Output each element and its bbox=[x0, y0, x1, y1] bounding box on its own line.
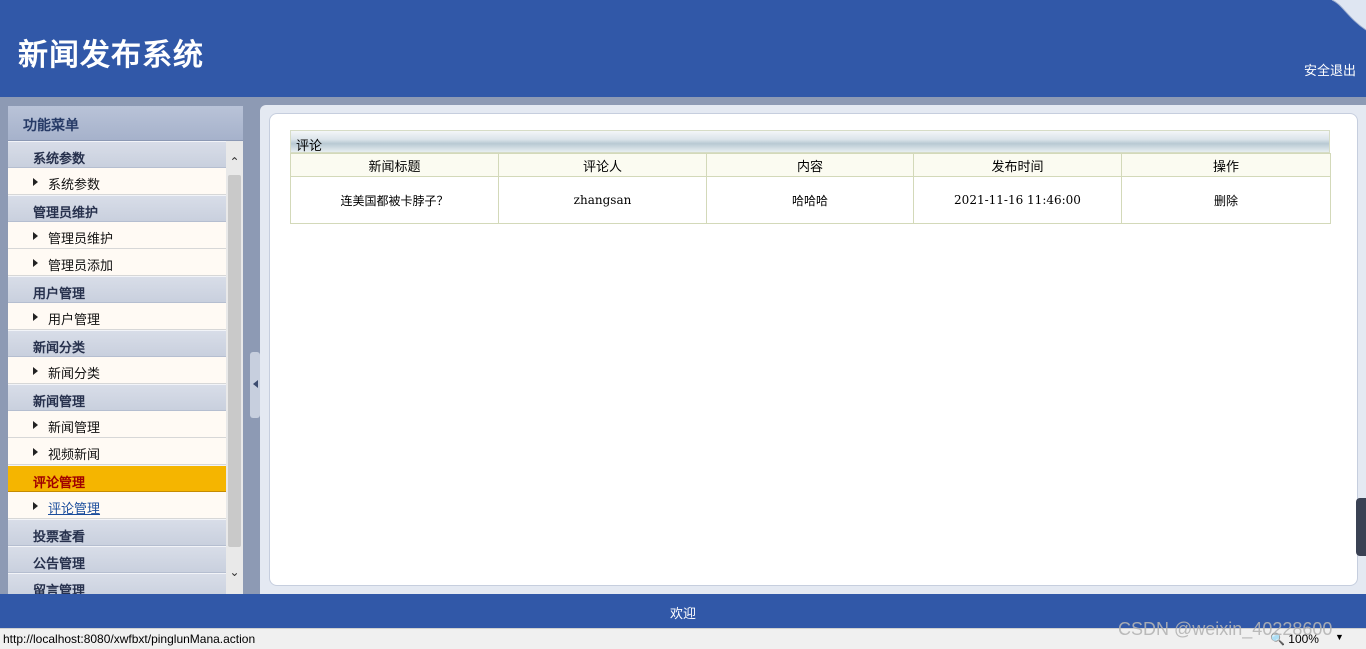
sidebar-item-admin-maintain[interactable]: 管理员维护 bbox=[8, 222, 226, 249]
cell-commenter: zhangsan bbox=[498, 176, 707, 224]
column-header-action: 操作 bbox=[1121, 153, 1331, 177]
triangle-right-icon bbox=[33, 232, 38, 240]
column-header-content: 内容 bbox=[706, 153, 914, 177]
comments-table: 新闻标题 评论人 内容 发布时间 操作 连美国都被卡脖子？ zhangsan 哈… bbox=[290, 153, 1331, 224]
logout-link[interactable]: 安全退出 bbox=[1304, 60, 1356, 79]
triangle-right-icon bbox=[33, 178, 38, 186]
sidebar-group-news[interactable]: 新闻管理 bbox=[8, 384, 226, 411]
scrollbar-thumb[interactable] bbox=[228, 175, 241, 547]
sidebar-item-users[interactable]: 用户管理 bbox=[8, 303, 226, 330]
sidebar-item-label: 管理员添加 bbox=[48, 259, 114, 274]
sidebar-item-system-params[interactable]: 系统参数 bbox=[8, 168, 226, 195]
sidebar-menu: 系统参数 系统参数 管理员维护 管理员维护 管理员添加 用户管理 用户管理 新闻… bbox=[8, 141, 226, 594]
column-header-commenter: 评论人 bbox=[498, 153, 707, 177]
side-widget-handle[interactable] bbox=[1356, 498, 1366, 556]
cell-time: 2021-11-16 11:46:00 bbox=[913, 176, 1122, 224]
sidebar-item-label: 视频新闻 bbox=[48, 448, 101, 463]
sidebar-group-news-category[interactable]: 新闻分类 bbox=[8, 330, 226, 357]
sidebar-item-comments[interactable]: 评论管理 bbox=[8, 492, 226, 519]
sidebar-group-admin[interactable]: 管理员维护 bbox=[8, 195, 226, 222]
sidebar-group-messages[interactable]: 留言管理 bbox=[8, 573, 226, 594]
cell-content: 哈哈哈 bbox=[706, 176, 914, 224]
chevron-up-icon[interactable]: ⌃ bbox=[226, 154, 243, 171]
triangle-right-icon bbox=[33, 448, 38, 456]
sidebar: 功能菜单 系统参数 系统参数 管理员维护 管理员维护 管理员添加 用户管理 用户… bbox=[8, 106, 243, 594]
delete-link[interactable]: 删除 bbox=[1214, 194, 1238, 208]
sidebar-item-admin-add[interactable]: 管理员添加 bbox=[8, 249, 226, 276]
sidebar-group-comments[interactable]: 评论管理 bbox=[8, 465, 226, 492]
sidebar-item-label[interactable]: 评论管理 bbox=[48, 502, 100, 517]
sidebar-heading: 功能菜单 bbox=[8, 106, 243, 141]
sidebar-group-votes[interactable]: 投票查看 bbox=[8, 519, 226, 546]
sidebar-item-label: 管理员维护 bbox=[48, 232, 114, 247]
chevron-down-icon[interactable]: ⌄ bbox=[226, 564, 243, 581]
table-row: 连美国都被卡脖子？ zhangsan 哈哈哈 2021-11-16 11:46:… bbox=[290, 176, 1331, 224]
sidebar-item-news-category[interactable]: 新闻分类 bbox=[8, 357, 226, 384]
sidebar-item-label: 系统参数 bbox=[48, 178, 101, 193]
sidebar-item-label: 新闻分类 bbox=[48, 367, 101, 382]
triangle-right-icon bbox=[33, 502, 38, 510]
sidebar-scrollbar[interactable]: ⌃ ⌄ bbox=[226, 141, 243, 594]
app-header: 新闻发布系统 安全退出 bbox=[0, 0, 1366, 97]
table-header-row: 新闻标题 评论人 内容 发布时间 操作 bbox=[290, 153, 1331, 177]
watermark: CSDN @weixin_40228600 bbox=[1118, 619, 1333, 639]
triangle-right-icon bbox=[33, 367, 38, 375]
app-title: 新闻发布系统 bbox=[18, 38, 204, 73]
column-header-title: 新闻标题 bbox=[290, 153, 499, 177]
comments-table-container: 评论 新闻标题 评论人 内容 发布时间 操作 连美国都被卡脖子？ zhangsa… bbox=[290, 130, 1331, 224]
triangle-right-icon bbox=[33, 313, 38, 321]
chevron-down-icon[interactable]: ▼ bbox=[1335, 632, 1344, 642]
sidebar-group-announcements[interactable]: 公告管理 bbox=[8, 546, 226, 573]
sidebar-item-label: 用户管理 bbox=[48, 313, 101, 328]
status-url: http://localhost:8080/xwfbxt/pinglunMana… bbox=[3, 632, 256, 646]
cell-news-title: 连美国都被卡脖子？ bbox=[290, 176, 499, 224]
triangle-right-icon bbox=[33, 421, 38, 429]
sidebar-item-news[interactable]: 新闻管理 bbox=[8, 411, 226, 438]
sidebar-group-system-params[interactable]: 系统参数 bbox=[8, 141, 226, 168]
cell-action: 删除 bbox=[1121, 176, 1331, 224]
sidebar-collapse-handle[interactable] bbox=[250, 352, 260, 418]
triangle-left-icon bbox=[253, 380, 258, 388]
sidebar-item-label: 新闻管理 bbox=[48, 421, 101, 436]
header-corner-decoration bbox=[1331, 0, 1366, 31]
sidebar-item-video-news[interactable]: 视频新闻 bbox=[8, 438, 226, 465]
column-header-time: 发布时间 bbox=[913, 153, 1122, 177]
sidebar-group-users[interactable]: 用户管理 bbox=[8, 276, 226, 303]
table-caption: 评论 bbox=[290, 130, 1330, 154]
triangle-right-icon bbox=[33, 259, 38, 267]
